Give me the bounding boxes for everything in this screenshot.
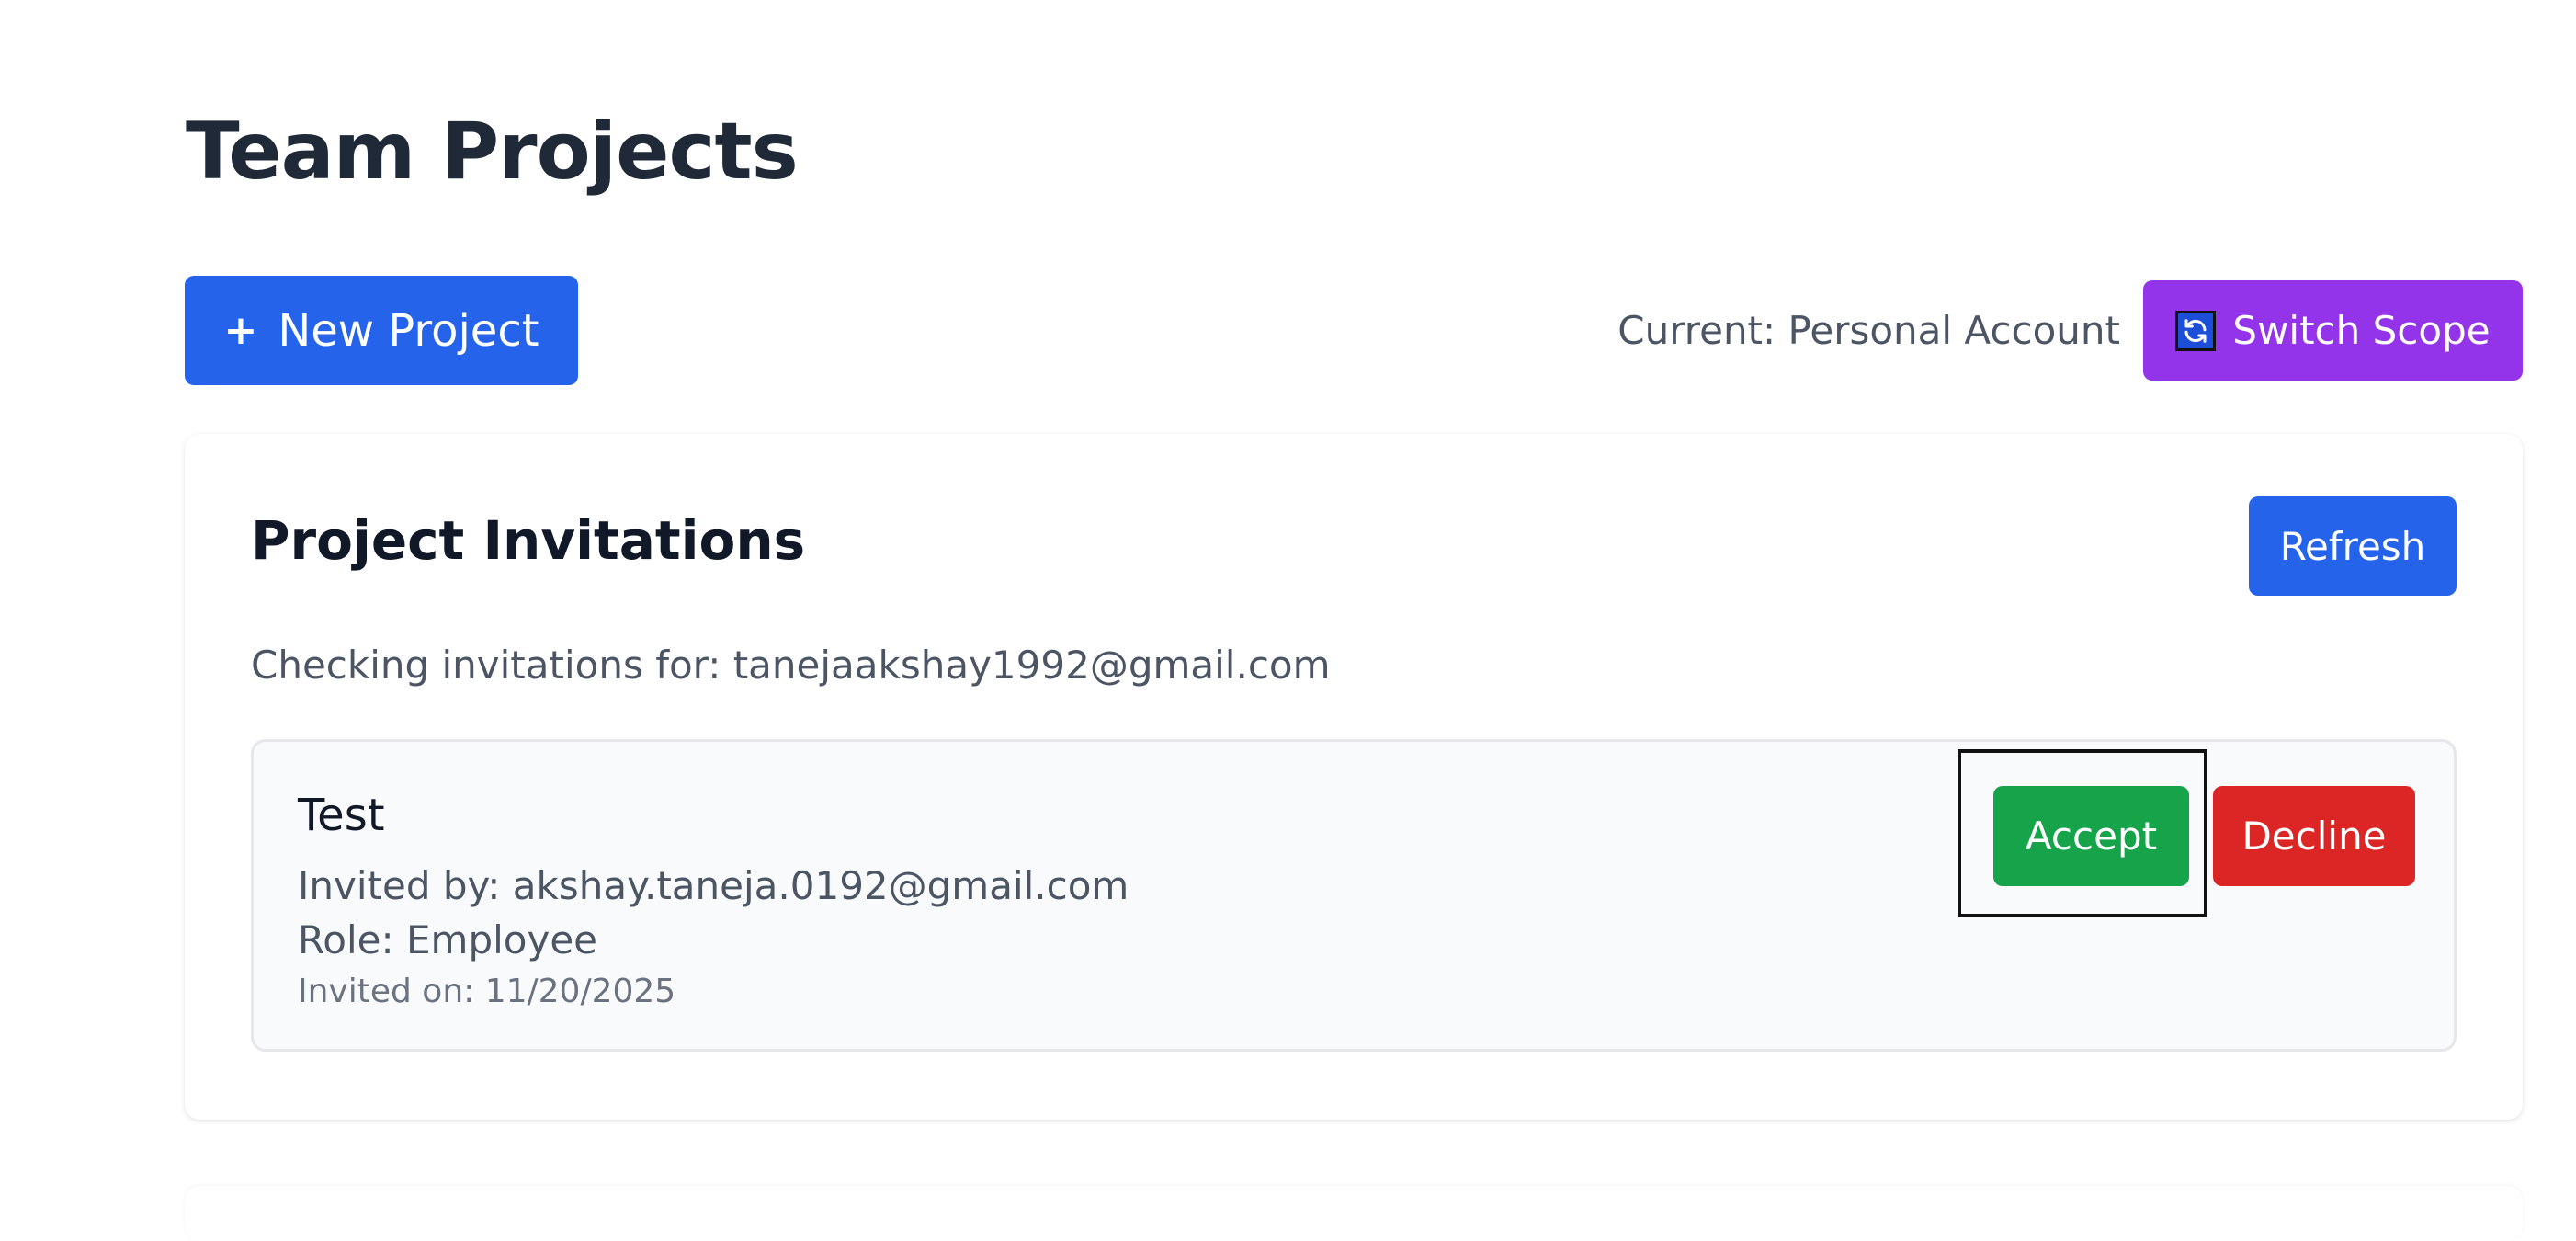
new-project-button[interactable]: + New Project <box>185 276 578 385</box>
switch-scope-label: Switch Scope <box>2232 308 2491 353</box>
new-project-label: New Project <box>278 304 539 357</box>
invited-on-text: Invited on: 11/20/2025 <box>298 973 676 1010</box>
invitation-project-name: Test <box>298 790 385 841</box>
plus-icon: + <box>223 306 258 354</box>
next-card-edge <box>185 1186 2523 1241</box>
accept-button[interactable]: Accept <box>1993 786 2189 886</box>
current-scope-text: Current: Personal Account <box>1617 308 2120 353</box>
refresh-button[interactable]: Refresh <box>2249 496 2457 596</box>
role-text: Role: Employee <box>298 917 598 962</box>
invitations-title: Project Invitations <box>251 509 806 572</box>
decline-button[interactable]: Decline <box>2213 786 2415 886</box>
invited-by-text: Invited by: akshay.taneja.0192@gmail.com <box>298 863 1129 908</box>
invitation-item: Test Invited by: akshay.taneja.0192@gmai… <box>251 739 2457 1052</box>
project-invitations-card: Project Invitations Refresh Checking inv… <box>185 434 2523 1120</box>
refresh-icon <box>2175 310 2217 351</box>
switch-scope-button[interactable]: Switch Scope <box>2143 280 2523 381</box>
checking-invitations-text: Checking invitations for: tanejaakshay19… <box>251 643 1331 688</box>
page-title: Team Projects <box>186 106 799 198</box>
